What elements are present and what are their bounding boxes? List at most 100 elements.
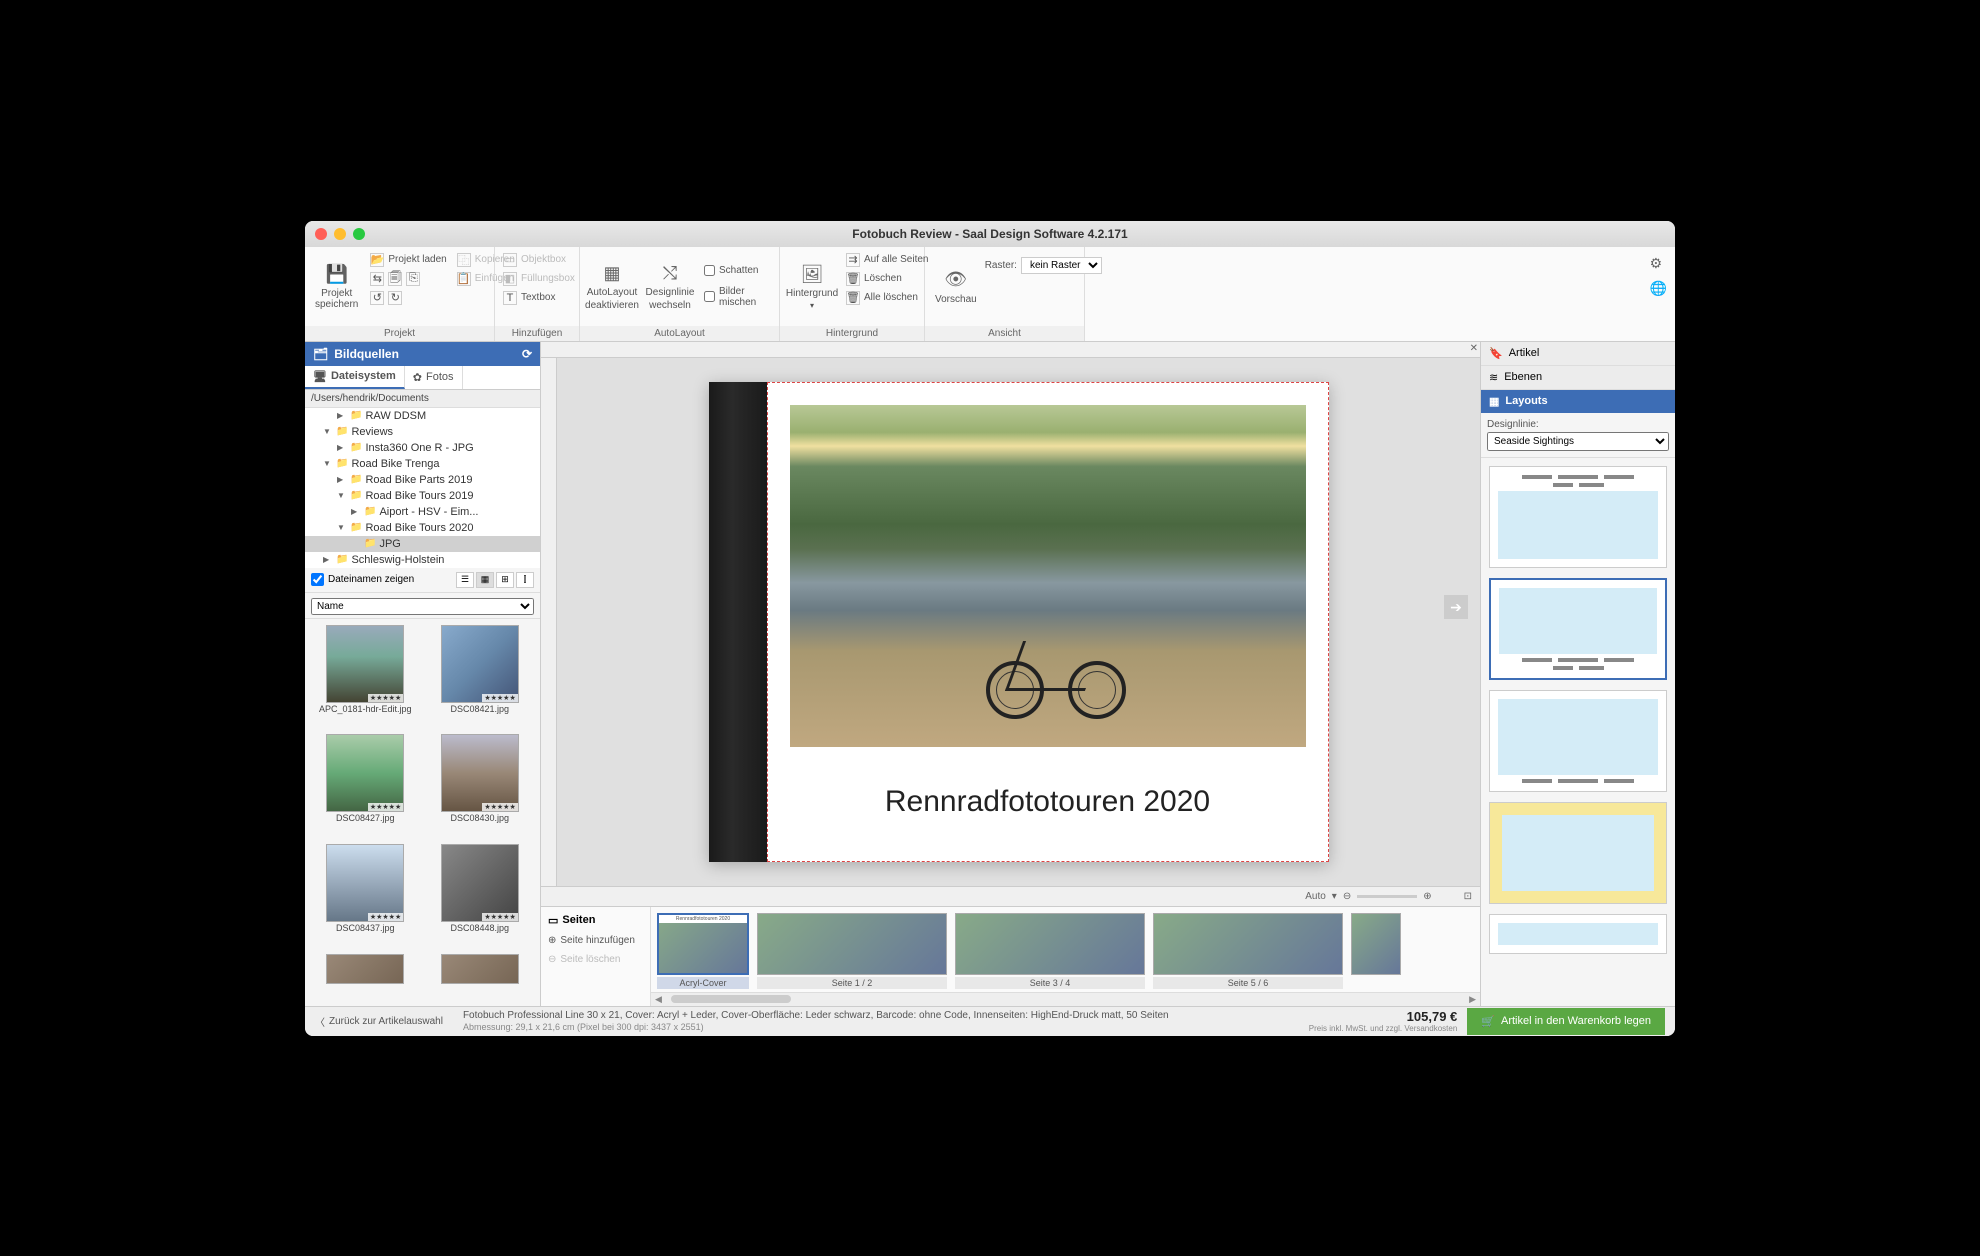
current-path: /Users/hendrik/Documents [305, 390, 540, 408]
tree-row[interactable]: ▼📁Road Bike Trenga [305, 456, 540, 472]
back-button[interactable]: 〈Zurück zur Artikelauswahl [315, 1014, 443, 1029]
tree-row[interactable]: ▶📁RAW DDSM [305, 408, 540, 424]
autolayout-deactivate-button[interactable]: ▦ AutoLayout deaktivieren [584, 251, 640, 322]
thumbnail[interactable]: ★★★★★APC_0181-hdr-Edit.jpg [311, 625, 420, 729]
raster-label: Raster: [985, 260, 1017, 271]
settings-icon[interactable]: ⚙ [1650, 255, 1667, 272]
load-project-button[interactable]: 📂Projekt laden [366, 251, 450, 269]
swap-icon: ⤭ [658, 261, 682, 285]
cover-image[interactable] [790, 405, 1306, 747]
globe-icon[interactable]: 🌐 [1650, 280, 1667, 297]
bildquellen-header: 🗂Bildquellen ⟳ [305, 342, 540, 366]
zoom-in-icon[interactable]: ⊕ [1423, 891, 1431, 902]
tree-row[interactable]: ▼📁Road Bike Tours 2019 [305, 488, 540, 504]
vorschau-button[interactable]: 👁 Vorschau [929, 251, 983, 322]
tab-fotos[interactable]: ✿Fotos [405, 366, 463, 389]
view-list-button[interactable]: ☰ [456, 572, 474, 588]
ruler-vertical [541, 358, 557, 886]
textbox-button[interactable]: TTextbox [499, 289, 579, 307]
add-page-button[interactable]: ⊕Seite hinzufügen [545, 932, 646, 949]
delete-page-icon: ⊖ [548, 954, 556, 965]
cover-title[interactable]: Rennradfototouren 2020 [790, 767, 1306, 849]
zoom-bar: Auto▾ ⊖ ⊕ ⊡ [541, 886, 1480, 906]
thumbnail[interactable]: ★★★★★DSC08430.jpg [426, 734, 535, 838]
image-stack-icon: 🗂 [313, 347, 328, 361]
bilder-mischen-checkbox[interactable]: Bilder mischen [700, 284, 775, 310]
layout-option[interactable] [1489, 578, 1667, 680]
layouts-accordion[interactable]: ▦Layouts [1481, 390, 1675, 413]
tree-row[interactable]: ▶📁Schleswig-Holstein [305, 552, 540, 568]
page-thumbnail[interactable]: Seite 1 / 2 [757, 913, 947, 989]
page-thumbnail[interactable]: Rennradfototouren 2020Acryl-Cover [657, 913, 749, 989]
save-project-button[interactable]: 💾 Projekt speichern [309, 251, 364, 322]
thumbnail[interactable]: ★★★★★DSC08427.jpg [311, 734, 420, 838]
thumbnail[interactable]: ★★★★★DSC08437.jpg [311, 844, 420, 948]
page-thumbnail[interactable]: Seite 3 / 4 [955, 913, 1145, 989]
tab-dateisystem[interactable]: 🖥Dateisystem [305, 366, 405, 389]
hintergrund-button[interactable]: 🖼 Hintergrund ▾ [784, 251, 840, 322]
toolbar-row3[interactable]: ↺↻ [366, 289, 450, 307]
view-grid-med-button[interactable]: ⊞ [496, 572, 514, 588]
auf-alle-seiten-button[interactable]: ⇉Auf alle Seiten [842, 251, 933, 269]
layouts-list [1481, 458, 1675, 1006]
loschen-button[interactable]: 🗑Löschen [842, 270, 933, 288]
page-thumbnail[interactable] [1351, 913, 1401, 975]
close-icon[interactable]: ✕ [1470, 343, 1478, 354]
tag-icon: 🔖 [1489, 347, 1503, 360]
artikel-accordion[interactable]: 🔖Artikel [1481, 342, 1675, 365]
window-title: Fotobuch Review - Saal Design Software 4… [305, 227, 1675, 241]
layout-option[interactable] [1489, 802, 1667, 904]
zoom-auto[interactable]: Auto [1305, 891, 1326, 902]
objektbox-button: ▭Objektbox [499, 251, 579, 269]
layout-option[interactable] [1489, 914, 1667, 954]
titlebar: Fotobuch Review - Saal Design Software 4… [305, 221, 1675, 247]
tree-row[interactable]: ▶📁Road Bike Parts 2019 [305, 472, 540, 488]
eye-icon: 👁 [944, 268, 968, 292]
schatten-checkbox[interactable]: Schatten [700, 263, 775, 278]
zoom-fit-icon[interactable]: ⊡ [1464, 891, 1472, 902]
right-panel: 🔖Artikel ≋Ebenen ▦Layouts Designlinie: S… [1480, 342, 1675, 1006]
pages-scrollbar[interactable]: ◀▶ [651, 992, 1480, 1006]
thumbnail-grid: ★★★★★APC_0181-hdr-Edit.jpg★★★★★DSC08421.… [305, 619, 540, 1006]
sort-select[interactable]: Name [311, 598, 534, 615]
toolbar-row2[interactable]: ⇆🗐⎘ [366, 270, 450, 288]
designline-switch-button[interactable]: ⤭ Designlinie wechseln [642, 251, 698, 322]
chevron-left-icon: 〈 [315, 1014, 325, 1029]
tree-row[interactable]: ▶📁Aiport - HSV - Eim... [305, 504, 540, 520]
ribbon: 💾 Projekt speichern 📂Projekt laden ⇆🗐⎘ ↺… [305, 247, 1675, 342]
product-description: Fotobuch Professional Line 30 x 21, Cove… [463, 1010, 1309, 1033]
book-cover[interactable]: Rennradfototouren 2020 [709, 382, 1329, 862]
ribbon-group-label: Ansicht [925, 326, 1084, 341]
thumbnail[interactable] [311, 954, 420, 1000]
zoom-out-icon[interactable]: ⊖ [1343, 891, 1351, 902]
view-grid-large-button[interactable]: ⫿ [516, 572, 534, 588]
tree-row[interactable]: ▼📁Reviews [305, 424, 540, 440]
show-filenames-checkbox[interactable]: Dateinamen zeigen [311, 573, 414, 586]
photos-icon: ✿ [413, 371, 422, 384]
seiten-header: ▭Seiten [545, 911, 646, 930]
tree-row[interactable]: ▼📁Road Bike Tours 2020 [305, 520, 540, 536]
tree-row[interactable]: 📁JPG [305, 536, 540, 552]
add-to-cart-button[interactable]: 🛒Artikel in den Warenkorb legen [1467, 1008, 1665, 1035]
alle-loschen-button[interactable]: 🗑Alle löschen [842, 289, 933, 307]
book-spine [709, 382, 767, 862]
tree-row[interactable]: ▶📁Insta360 One R - JPG [305, 440, 540, 456]
view-grid-small-button[interactable]: ▦ [476, 572, 494, 588]
raster-select[interactable]: kein Raster [1021, 257, 1102, 274]
refresh-icon[interactable]: ⟳ [522, 347, 532, 361]
canvas[interactable]: Rennradfototouren 2020 ➔ [557, 358, 1480, 886]
ebenen-accordion[interactable]: ≋Ebenen [1481, 366, 1675, 389]
ribbon-group-label: Hinzufügen [495, 326, 579, 341]
next-page-arrow[interactable]: ➔ [1444, 595, 1468, 619]
thumbnail[interactable] [426, 954, 535, 1000]
designlinie-select[interactable]: Seaside Sightings [1487, 432, 1669, 451]
layout-option[interactable] [1489, 466, 1667, 568]
zoom-slider[interactable] [1357, 895, 1417, 898]
thumbnail[interactable]: ★★★★★DSC08448.jpg [426, 844, 535, 948]
ruler-horizontal: ✕ [541, 342, 1480, 358]
layout-option[interactable] [1489, 690, 1667, 792]
thumbnail[interactable]: ★★★★★DSC08421.jpg [426, 625, 535, 729]
page-thumbnail[interactable]: Seite 5 / 6 [1153, 913, 1343, 989]
folder-tree[interactable]: ▶📁RAW DDSM▼📁Reviews▶📁Insta360 One R - JP… [305, 408, 540, 568]
fullungsbox-button: ◧Füllungsbox [499, 270, 579, 288]
